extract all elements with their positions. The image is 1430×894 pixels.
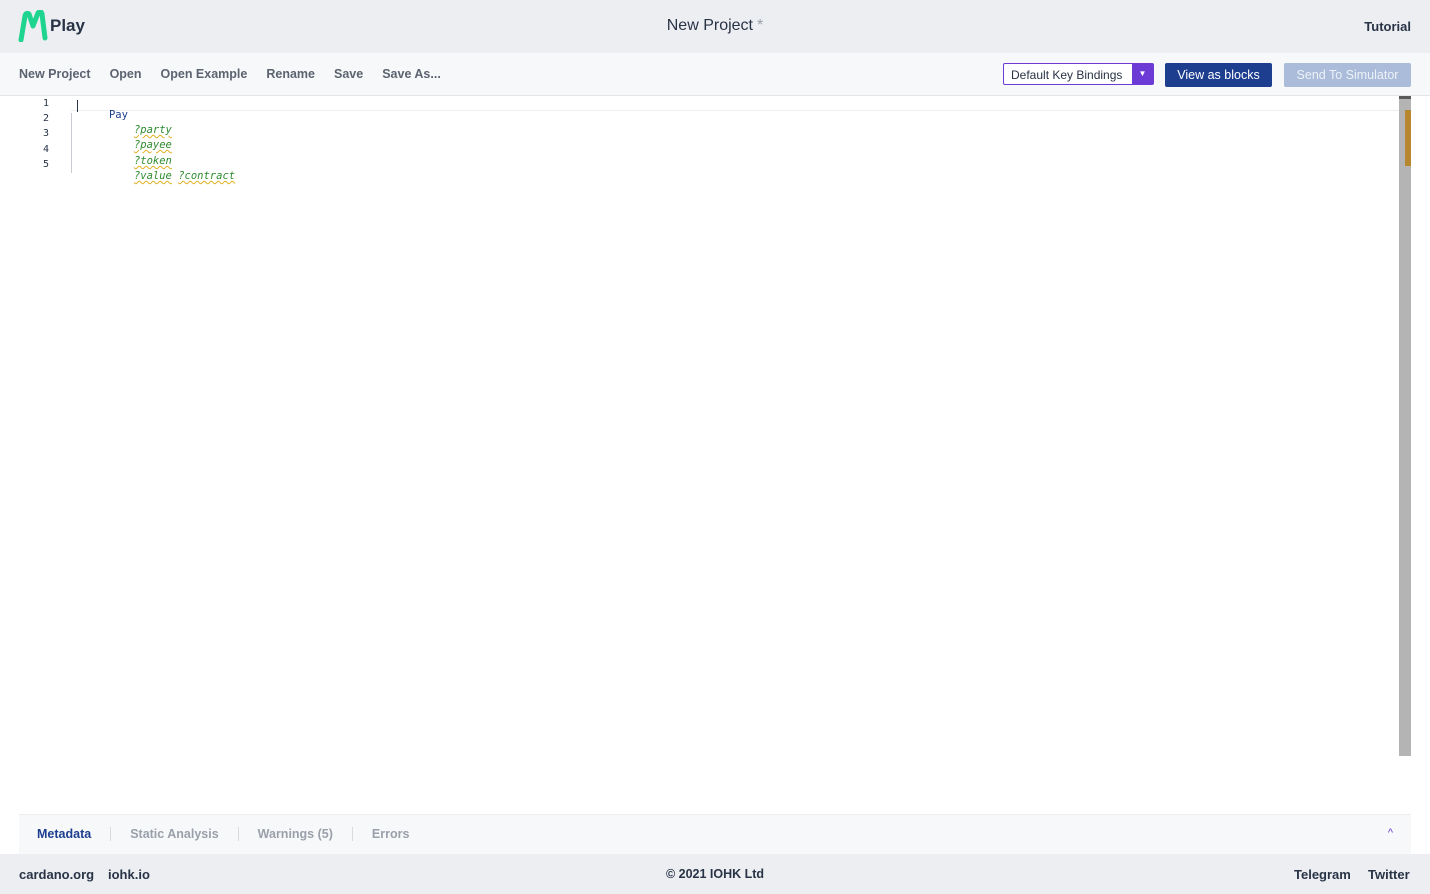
open-example-button[interactable]: Open Example <box>161 67 248 81</box>
footer-link-telegram[interactable]: Telegram <box>1294 867 1351 882</box>
hole-contract[interactable]: ?contract <box>178 170 235 182</box>
unsaved-indicator: * <box>757 17 764 34</box>
panel-tabs: Metadata Static Analysis Warnings (5) Er… <box>37 827 428 841</box>
line-number: 3 <box>43 128 50 139</box>
code-editor[interactable]: 1 2 3 4 5 Pay ?party ?payee ?token ?valu… <box>19 96 1411 814</box>
open-button[interactable]: Open <box>110 67 142 81</box>
app-header: Play New Project * Tutorial <box>0 0 1430 53</box>
tab-static-analysis[interactable]: Static Analysis <box>110 827 237 841</box>
line-number: 2 <box>43 113 50 124</box>
tab-metadata[interactable]: Metadata <box>37 827 110 841</box>
project-name: New Project <box>666 17 753 34</box>
line-number: 1 <box>43 98 50 109</box>
tutorial-link[interactable]: Tutorial <box>1364 19 1411 34</box>
marlowe-playground: Play New Project * Tutorial New Project O… <box>0 0 1430 894</box>
save-button[interactable]: Save <box>334 67 363 81</box>
key-bindings-select[interactable]: Default Key Bindings ▼ <box>1003 63 1154 85</box>
footer-link-twitter[interactable]: Twitter <box>1368 867 1410 882</box>
project-menu: New Project Open Open Example Rename Sav… <box>19 67 460 81</box>
scrollbar-top-marker <box>1399 96 1411 99</box>
tab-errors[interactable]: Errors <box>351 827 429 841</box>
current-line-highlight <box>71 96 1399 111</box>
code-line-5: ?value ?contract <box>96 158 235 194</box>
bottom-panel: Metadata Static Analysis Warnings (5) Er… <box>19 814 1411 854</box>
save-as-button[interactable]: Save As... <box>382 67 441 81</box>
project-title: New Project * <box>0 17 1430 35</box>
line-number: 4 <box>43 144 50 155</box>
chevron-down-icon: ▼ <box>1132 64 1153 84</box>
hole-value[interactable]: ?value <box>134 170 172 182</box>
scrollbar-warning-marker <box>1405 110 1411 166</box>
rename-button[interactable]: Rename <box>266 67 315 81</box>
new-project-button[interactable]: New Project <box>19 67 91 81</box>
editor-scrollbar[interactable] <box>1399 96 1411 756</box>
app-footer: cardano.org iohk.io © 2021 IOHK Ltd Tele… <box>0 854 1430 894</box>
chevron-up-icon[interactable]: ^ <box>1388 827 1393 839</box>
view-as-blocks-button[interactable]: View as blocks <box>1165 63 1272 87</box>
copyright-text: © 2021 IOHK Ltd <box>665 867 765 881</box>
toolbar: New Project Open Open Example Rename Sav… <box>0 53 1430 96</box>
key-bindings-selected: Default Key Bindings <box>1011 68 1123 82</box>
send-to-simulator-button[interactable]: Send To Simulator <box>1284 63 1411 87</box>
line-number-gutter: 1 2 3 4 5 <box>19 96 71 814</box>
line-number: 5 <box>43 159 50 170</box>
tab-warnings[interactable]: Warnings (5) <box>237 827 352 841</box>
